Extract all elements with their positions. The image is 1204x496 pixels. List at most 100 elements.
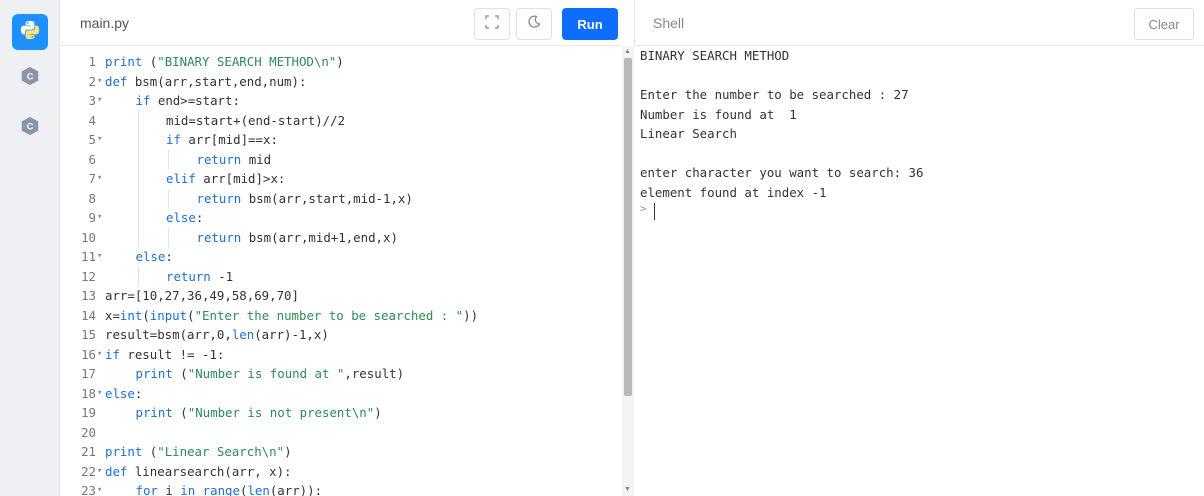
code-token: arr[mid]>x: — [195, 171, 286, 186]
run-button[interactable]: Run — [562, 8, 618, 40]
file-tab[interactable]: main.py — [80, 15, 129, 31]
indent-guide — [137, 130, 139, 150]
line-number: 7 — [88, 171, 96, 186]
code-editor[interactable]: 1 print ("BINARY SEARCH METHOD\n") 2 ▾ def b… — [60, 46, 622, 496]
code-token: i — [157, 483, 181, 496]
code-text: else: — [105, 384, 142, 404]
fold-toggle-icon[interactable]: ▾ — [97, 345, 102, 365]
indent-guide — [137, 208, 139, 228]
indent-guide — [168, 149, 169, 169]
code-line[interactable]: 8 return bsm(arr,start,mid-1,x) — [60, 188, 620, 209]
code-line[interactable]: 9 ▾ else: — [60, 208, 620, 228]
code-text: return mid — [197, 150, 272, 170]
code-line[interactable]: 23 ▾ for i in range(len(arr)): — [60, 481, 620, 496]
code-token: mid — [241, 151, 272, 167]
code-line[interactable]: 3 ▾ if end>=start: — [60, 91, 620, 111]
code-line[interactable]: 20 — [60, 423, 620, 443]
shell-output-line: enter character you want to search: 36 — [640, 165, 924, 180]
scroll-up-arrow-icon[interactable]: ▲ — [624, 48, 631, 55]
code-line[interactable]: 4 mid=start+(end-start)//2 — [60, 110, 620, 130]
indent-guide — [137, 227, 139, 247]
keyword-token: int — [119, 307, 143, 323]
code-token: mid=start+(end-start)//2 — [166, 112, 346, 128]
code-token: : — [134, 385, 143, 401]
line-number: 14 — [81, 307, 96, 323]
code-text: arr=[10,27,36,49,58,69,70] — [105, 286, 299, 306]
code-line[interactable]: 19 print ("Number is not present\n") — [60, 403, 620, 423]
line-number: 21 — [81, 444, 96, 459]
moon-icon — [527, 14, 541, 34]
code-token: bsm(arr,mid+1,end,x) — [241, 229, 398, 245]
keyword-token: print — [135, 405, 173, 420]
fold-toggle-icon[interactable]: ▾ — [97, 462, 102, 482]
code-token: ) — [284, 444, 292, 459]
code-token: ( — [142, 307, 150, 323]
fullscreen-button[interactable] — [474, 8, 510, 40]
c-language-button[interactable]: C — [12, 60, 48, 96]
line-number: 12 — [81, 268, 96, 284]
code-text: for i in range(len(arr)): — [136, 481, 323, 496]
code-line[interactable]: 5 ▾ if arr[mid]==x: — [60, 130, 620, 150]
code-text: return -1 — [166, 267, 233, 287]
code-token: -1 — [210, 268, 234, 284]
code-token: ( — [142, 54, 158, 69]
line-number: 3 — [88, 93, 96, 108]
clear-button[interactable]: Clear — [1134, 8, 1194, 40]
keyword-token: return — [196, 190, 242, 206]
code-token: result != -1: — [119, 346, 225, 362]
code-text: return bsm(arr,start,mid-1,x) — [197, 189, 413, 209]
fullscreen-icon — [485, 14, 499, 34]
code-line[interactable]: 7 ▾ elif arr[mid]>x: — [60, 169, 620, 189]
code-token: : — [195, 210, 204, 225]
fold-toggle-icon[interactable]: ▾ — [97, 91, 102, 111]
code-token: linearsearch(arr, x): — [127, 463, 292, 479]
shell-output[interactable]: > BINARY SEARCH METHOD Enter the number t… — [634, 46, 1204, 496]
fold-toggle-icon[interactable]: ▾ — [97, 384, 102, 404]
code-text: else: — [166, 208, 203, 228]
keyword-token: print — [105, 54, 143, 69]
code-text: x=int(input("Enter the number to be sear… — [105, 306, 478, 326]
scroll-down-arrow-icon[interactable]: ▼ — [624, 486, 631, 493]
python-language-button[interactable] — [12, 14, 48, 50]
string-token: "Number is not present\n" — [187, 405, 375, 420]
code-line[interactable]: 12 return -1 — [60, 266, 620, 287]
code-text: print ("Linear Search\n") — [105, 442, 292, 462]
fold-toggle-icon[interactable]: ▾ — [97, 169, 102, 189]
code-line[interactable]: 18 ▾ else: — [60, 384, 620, 404]
shell-output-line: BINARY SEARCH METHOD — [640, 48, 790, 63]
code-text: if end>=start: — [136, 91, 240, 111]
text-cursor — [654, 203, 655, 220]
fold-toggle-icon[interactable]: ▾ — [97, 481, 102, 496]
cpp-language-button[interactable]: C — [12, 110, 48, 146]
code-line[interactable]: 21 print ("Linear Search\n") — [60, 442, 620, 462]
code-line[interactable]: 22 ▾ def linearsearch(arr, x): — [60, 462, 620, 482]
fold-toggle-icon[interactable]: ▾ — [97, 208, 102, 228]
code-line[interactable]: 6 return mid — [60, 149, 620, 170]
keyword-token: len — [247, 483, 270, 496]
shell-output-line: Enter the number to be searched : 27 — [640, 87, 909, 102]
indent-guide — [137, 169, 139, 189]
code-text: if arr[mid]==x: — [166, 130, 278, 150]
svg-text:C: C — [27, 121, 34, 131]
code-line[interactable]: 16 ▾ if result != -1: — [60, 345, 620, 365]
fold-toggle-icon[interactable]: ▾ — [97, 72, 102, 92]
code-text: def bsm(arr,start,end,num): — [105, 72, 306, 92]
code-line[interactable]: 15 result=bsm(arr,0,len(arr)-1,x) — [60, 325, 620, 345]
code-token: ( — [172, 366, 188, 381]
code-line[interactable]: 17 print ("Number is found at ",result) — [60, 364, 620, 384]
indent-guide — [137, 110, 139, 130]
code-text: print ("BINARY SEARCH METHOD\n") — [105, 52, 344, 72]
code-line[interactable]: 11 ▾ else: — [60, 247, 620, 267]
code-line[interactable]: 10 return bsm(arr,mid+1,end,x) — [60, 227, 620, 247]
code-line[interactable]: 14 x=int(input("Enter the number to be se… — [60, 306, 620, 326]
fold-toggle-icon[interactable]: ▾ — [97, 247, 102, 267]
code-line[interactable]: 1 print ("BINARY SEARCH METHOD\n") — [60, 52, 620, 72]
code-line[interactable]: 13 arr=[10,27,36,49,58,69,70] — [60, 286, 620, 306]
fold-toggle-icon[interactable]: ▾ — [97, 130, 102, 150]
code-line[interactable]: 2 ▾ def bsm(arr,start,end,num): — [60, 72, 620, 92]
line-number: 22 — [81, 463, 96, 479]
language-rail: C C — [0, 0, 60, 496]
theme-toggle-button[interactable] — [516, 8, 552, 40]
editor-scrollbar-thumb[interactable] — [624, 58, 632, 396]
